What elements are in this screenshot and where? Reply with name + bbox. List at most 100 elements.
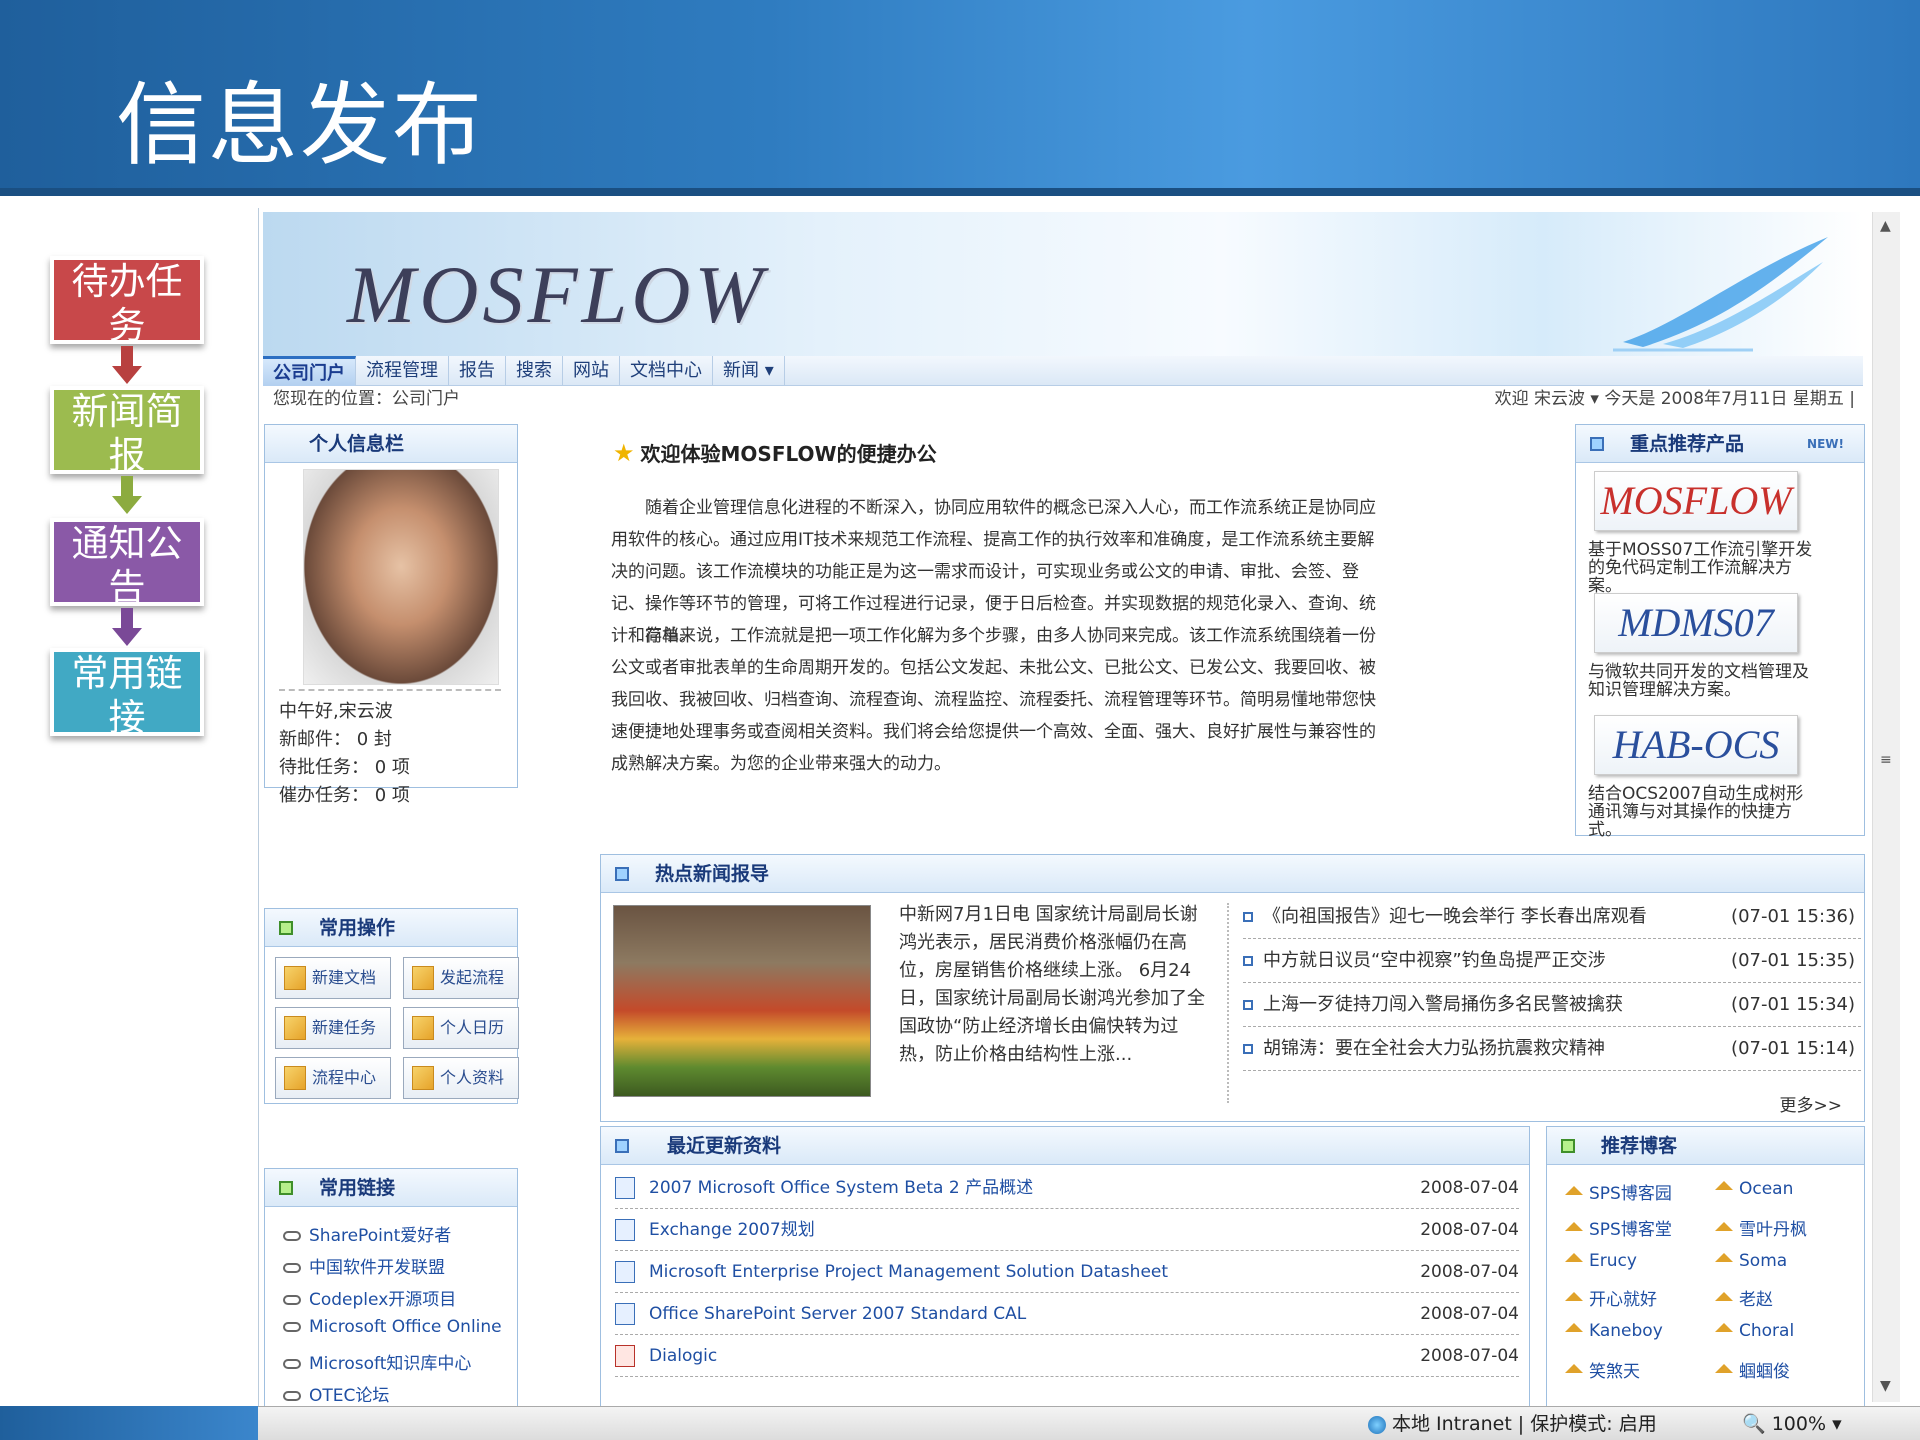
pencil-icon xyxy=(284,1016,306,1040)
chain-link-icon xyxy=(283,1231,301,1241)
flow-arrow-2 xyxy=(112,476,142,514)
blog-link[interactable]: SPS博客堂 xyxy=(1565,1215,1672,1240)
blog-link[interactable]: Soma xyxy=(1715,1251,1787,1271)
link-sharepoint-fans[interactable]: SharePoint爱好者 xyxy=(283,1221,451,1246)
pencil-icon xyxy=(284,1066,306,1090)
flow-step-news: 新闻简报 xyxy=(50,386,204,474)
nav-document-center[interactable]: 文档中心 xyxy=(620,356,713,386)
pending-approval-count[interactable]: 待批任务： 0 项 xyxy=(279,753,410,779)
news-item[interactable]: 胡锦涛：要在全社会大力弘扬抗震救灾精神 (07-01 15:14) xyxy=(1243,1027,1861,1071)
panel-header: 重点推荐产品 NEW! xyxy=(1576,425,1864,463)
doc-item[interactable]: Dialogic 2008-07-04 xyxy=(615,1335,1519,1377)
home-icon xyxy=(1565,1185,1583,1195)
product-logo-hab-ocs[interactable]: HAB-OCS xyxy=(1594,715,1798,775)
nav-company-portal[interactable]: 公司门户 xyxy=(263,356,356,386)
chain-link-icon xyxy=(283,1359,301,1369)
urge-task-count[interactable]: 催办任务： 0 项 xyxy=(279,781,410,807)
doc-item[interactable]: Microsoft Enterprise Project Management … xyxy=(615,1251,1519,1293)
blog-link[interactable]: 老赵 xyxy=(1715,1285,1773,1310)
doc-item[interactable]: 2007 Microsoft Office System Beta 2 产品概述… xyxy=(615,1167,1519,1209)
blog-link[interactable]: 雪叶丹枫 xyxy=(1715,1215,1807,1240)
location-bar: 您现在的位置：公司门户 欢迎 宋云波 ▾ 今天是 2008年7月11日 星期五 … xyxy=(273,386,1863,412)
globe-icon xyxy=(1368,1415,1386,1434)
home-icon xyxy=(1715,1252,1733,1262)
new-mail-count[interactable]: 新邮件： 0 封 xyxy=(279,725,392,751)
nav-search[interactable]: 搜索 xyxy=(506,356,563,386)
flow-step-links: 常用链接 xyxy=(50,648,204,736)
product-logo-mdms07[interactable]: MDMS07 xyxy=(1594,593,1798,653)
home-icon xyxy=(1565,1291,1583,1301)
panel-header: 常用操作 xyxy=(265,909,517,947)
blog-link[interactable]: Erucy xyxy=(1565,1251,1637,1271)
blog-link[interactable]: Choral xyxy=(1715,1321,1794,1341)
new-document-button[interactable]: 新建文档 xyxy=(275,957,391,999)
news-item[interactable]: 上海一歹徒持刀闯入警局捅伤多名民警被擒获 (07-01 15:34) xyxy=(1243,983,1861,1027)
panel-icon xyxy=(279,921,293,935)
link-ms-knowledge-base[interactable]: Microsoft知识库中心 xyxy=(283,1349,471,1374)
news-summary[interactable]: 中新网7月1日电 国家统计局副局长谢鸿光表示，居民消费价格涨幅仍在高位，房屋销售… xyxy=(899,901,1211,1069)
welcome-paragraph-2: 简单来说，工作流就是把一项工作化解为多个步骤，由多人协同来完成。该工作流系统围绕… xyxy=(611,626,1376,774)
news-item[interactable]: 《向祖国报告》迎七一晚会举行 李长春出席观看 (07-01 15:36) xyxy=(1243,895,1861,939)
doc-item[interactable]: Exchange 2007规划 2008-07-04 xyxy=(615,1209,1519,1251)
zoom-level[interactable]: 🔍 100% ▾ xyxy=(1742,1407,1842,1440)
divider xyxy=(1227,903,1229,1103)
personal-profile-button[interactable]: 个人资料 xyxy=(403,1057,519,1099)
doc-item[interactable]: Office SharePoint Server 2007 Standard C… xyxy=(615,1293,1519,1335)
product-desc-mosflow: 基于MOSS07工作流引擎开发的免代码定制工作流解决方案。 xyxy=(1588,540,1813,596)
hot-news-panel: 热点新闻报导 中新网7月1日电 国家统计局副局长谢鸿光表示，居民消费价格涨幅仍在… xyxy=(600,854,1865,1122)
news-item[interactable]: 中方就日议员“空中视察”钓鱼岛提严正交涉 (07-01 15:35) xyxy=(1243,939,1861,983)
bullet-icon xyxy=(1243,956,1253,966)
blog-link[interactable]: Kaneboy xyxy=(1565,1321,1663,1341)
bullet-icon xyxy=(1243,1044,1253,1054)
chain-link-icon xyxy=(283,1322,301,1332)
personal-calendar-button[interactable]: 个人日历 xyxy=(403,1007,519,1049)
home-icon xyxy=(1715,1291,1733,1301)
link-office-online[interactable]: Microsoft Office Online xyxy=(283,1317,502,1337)
panel-icon xyxy=(1561,1139,1575,1153)
zoom-icon: 🔍 xyxy=(1742,1413,1766,1435)
nav-sites[interactable]: 网站 xyxy=(563,356,620,386)
scroll-up-icon[interactable]: ▲ xyxy=(1880,218,1891,234)
panel-header: 最近更新资料 xyxy=(601,1127,1529,1165)
news-photo[interactable] xyxy=(613,905,871,1097)
slide-footer-bar xyxy=(0,1406,258,1440)
panel-icon xyxy=(1590,437,1604,451)
welcome-section: ★ 欢迎体验MOSFLOW的便捷办公 随着企业管理信息化进程的不断深入，协同应用软… xyxy=(603,424,1421,804)
top-nav: 公司门户 流程管理 报告 搜索 网站 文档中心 新闻 ▾ xyxy=(263,356,1863,386)
security-zone[interactable]: 本地 Intranet | 保护模式: 启用 xyxy=(1368,1407,1657,1440)
link-otec-forum[interactable]: OTEC论坛 xyxy=(283,1381,389,1406)
pencil-icon xyxy=(412,966,434,990)
user-greeting[interactable]: 欢迎 宋云波 ▾ 今天是 2008年7月11日 星期五 | xyxy=(1495,386,1855,412)
blog-link[interactable]: 蝈蝈俊 xyxy=(1715,1357,1790,1382)
scroll-grip-icon[interactable]: ≡ xyxy=(1880,752,1892,768)
new-task-button[interactable]: 新建任务 xyxy=(275,1007,391,1049)
nav-news[interactable]: 新闻 ▾ xyxy=(713,356,785,386)
panel-icon xyxy=(615,867,629,881)
product-desc-hab-ocs: 结合OCS2007自动生成树形通讯簿与对其操作的快捷方式。 xyxy=(1588,784,1804,840)
blog-link[interactable]: 开心就好 xyxy=(1565,1285,1657,1310)
flow-step-notice: 通知公告 xyxy=(50,518,204,606)
nav-process-management[interactable]: 流程管理 xyxy=(356,356,449,386)
pencil-icon xyxy=(284,966,306,990)
bullet-icon xyxy=(1243,912,1253,922)
blog-link[interactable]: Ocean xyxy=(1715,1179,1793,1199)
link-china-software-alliance[interactable]: 中国软件开发联盟 xyxy=(283,1253,445,1278)
product-logo-mosflow[interactable]: MOSFLOW xyxy=(1594,471,1798,531)
process-center-button[interactable]: 流程中心 xyxy=(275,1057,391,1099)
link-codeplex[interactable]: Codeplex开源项目 xyxy=(283,1285,456,1310)
blog-link[interactable]: SPS博客园 xyxy=(1565,1179,1672,1204)
vertical-scrollbar[interactable]: ▲ ≡ ▼ xyxy=(1872,212,1900,1402)
scroll-down-icon[interactable]: ▼ xyxy=(1880,1378,1891,1394)
start-process-button[interactable]: 发起流程 xyxy=(403,957,519,999)
flow-arrow-1 xyxy=(112,346,142,384)
word-doc-icon xyxy=(615,1261,635,1283)
nav-reports[interactable]: 报告 xyxy=(449,356,506,386)
news-more-link[interactable]: 更多>> xyxy=(1780,1091,1843,1116)
home-icon xyxy=(1715,1363,1733,1373)
blog-link[interactable]: 笑煞天 xyxy=(1565,1357,1640,1382)
word-doc-icon xyxy=(615,1219,635,1241)
flow-step-todo: 待办任务 xyxy=(50,256,204,344)
featured-products-panel: 重点推荐产品 NEW! MOSFLOW 基于MOSS07工作流引擎开发的免代码定制… xyxy=(1575,424,1865,840)
mosflow-logo: MOSFLOW xyxy=(347,249,767,340)
panel-header: 推荐博客 xyxy=(1547,1127,1864,1165)
